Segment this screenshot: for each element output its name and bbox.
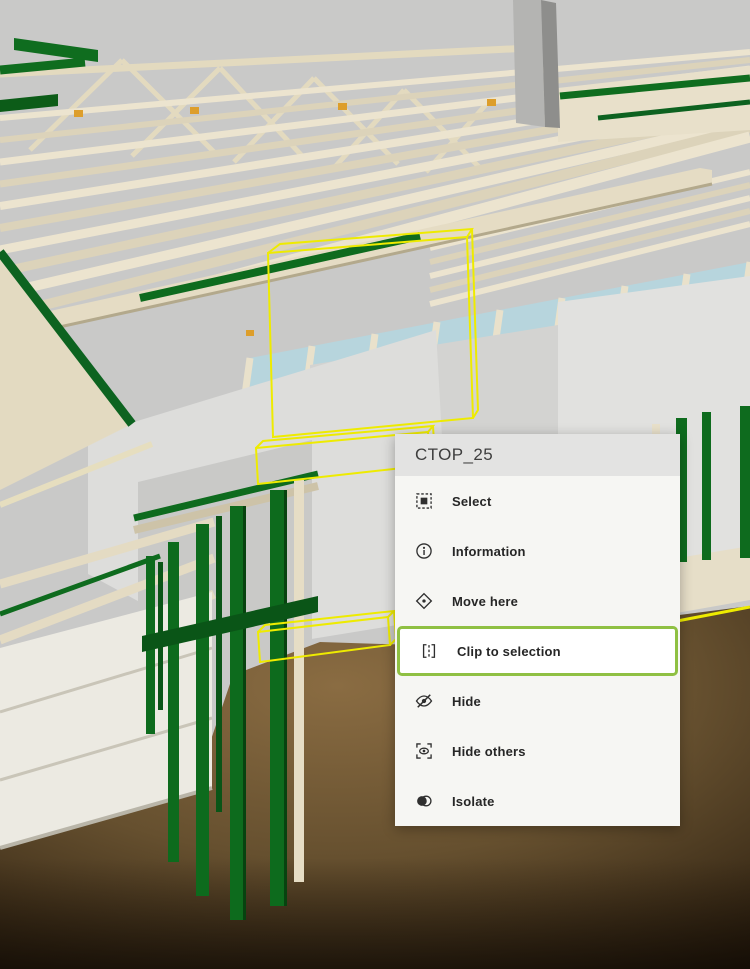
hide-icon <box>413 690 435 712</box>
menu-item-isolate[interactable]: Isolate <box>395 776 680 826</box>
menu-item-label: Hide others <box>452 744 526 759</box>
clip-to-selection-icon <box>418 640 440 662</box>
concrete-column <box>513 0 560 128</box>
menu-item-clip-to-selection[interactable]: Clip to selection <box>397 626 678 676</box>
menu-item-hide-others[interactable]: Hide others <box>395 726 680 776</box>
menu-item-hide[interactable]: Hide <box>395 676 680 726</box>
information-icon <box>413 540 435 562</box>
context-menu: CTOP_25 Select Information Move here <box>395 434 680 826</box>
menu-item-label: Hide <box>452 694 481 709</box>
menu-item-label: Information <box>452 544 526 559</box>
menu-item-information[interactable]: Information <box>395 526 680 576</box>
menu-item-label: Clip to selection <box>457 644 561 659</box>
menu-item-select[interactable]: Select <box>395 476 680 526</box>
menu-item-label: Isolate <box>452 794 495 809</box>
menu-item-move-here[interactable]: Move here <box>395 576 680 626</box>
hide-others-icon <box>413 740 435 762</box>
app-window: CTOP_25 Select Information Move here <box>0 0 750 969</box>
menu-item-label: Move here <box>452 594 518 609</box>
isolate-icon <box>413 790 435 812</box>
context-menu-title: CTOP_25 <box>395 434 680 476</box>
context-menu-items: Select Information Move here Clip to sel… <box>395 476 680 826</box>
select-icon <box>413 490 435 512</box>
move-here-icon <box>413 590 435 612</box>
menu-item-label: Select <box>452 494 492 509</box>
